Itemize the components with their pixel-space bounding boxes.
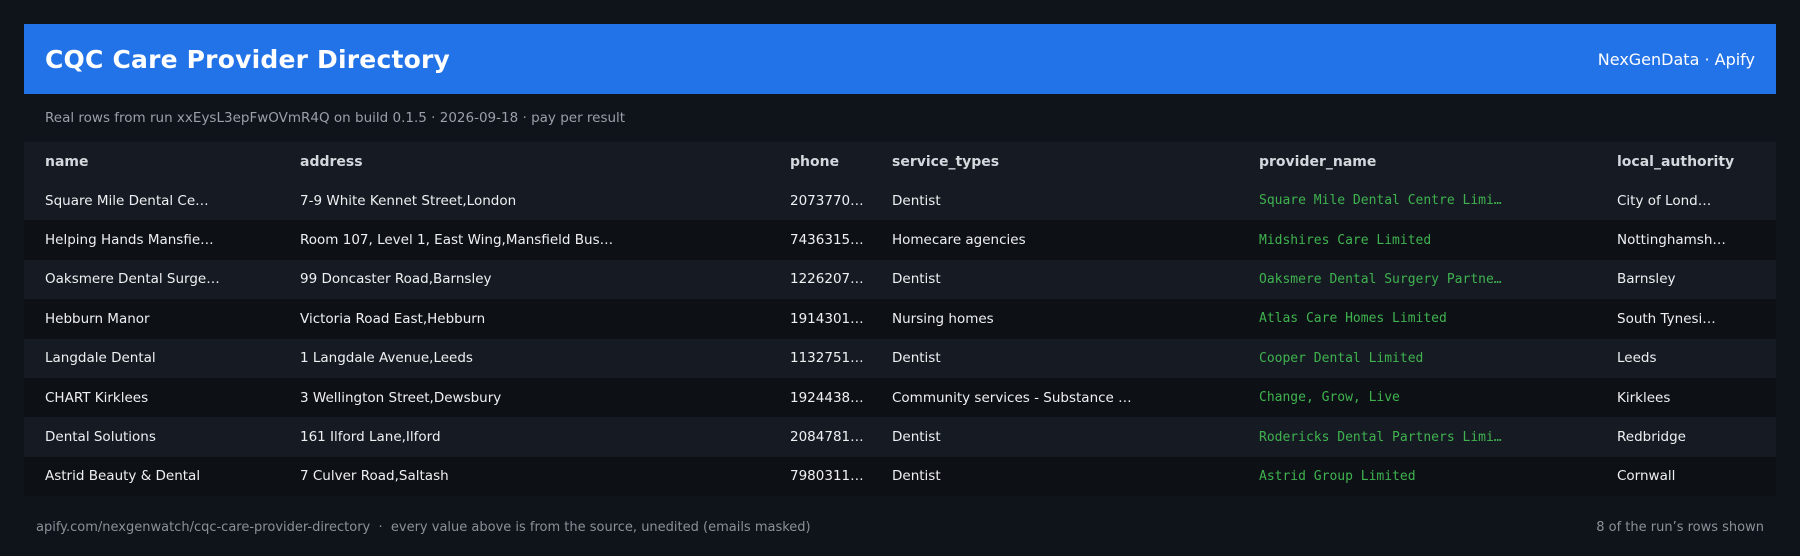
cell-provider-name: Cooper Dental Limited (1259, 350, 1424, 366)
cell-service-types: Dentist (892, 429, 941, 446)
cell-name: Dental Solutions (45, 429, 156, 446)
page-title: CQC Care Provider Directory (45, 44, 451, 74)
cell-provider-name: Atlas Care Homes Limited (1259, 311, 1447, 327)
table-row: Helping Hands Mansfie… Room 107, Level 1… (24, 220, 1776, 260)
cell-address: 7-9 White Kennet Street,London (300, 192, 517, 209)
cell-address: Victoria Road East,Hebburn (300, 310, 486, 327)
cell-provider-name: Midshires Care Limited (1259, 232, 1432, 248)
column-header-local-authority[interactable]: local_authority (1596, 142, 1776, 181)
cell-phone: 1132751… (790, 350, 864, 367)
cell-name: CHART Kirklees (45, 389, 149, 406)
cell-service-types: Homecare agencies (892, 232, 1026, 249)
footer-row-count: 8 of the run’s rows shown (1596, 520, 1764, 535)
cell-phone: 1226207… (790, 271, 864, 288)
cell-local-authority: Leeds (1617, 350, 1657, 367)
cell-name: Oaksmere Dental Surge… (45, 271, 220, 288)
cell-address: Room 107, Level 1, East Wing,Mansfield B… (300, 232, 614, 249)
cell-phone: 2073770… (790, 192, 864, 209)
cell-service-types: Dentist (892, 192, 941, 209)
results-table: name address phone service_types provide… (24, 142, 1776, 497)
column-header-provider-name[interactable]: provider_name (1238, 142, 1596, 181)
cell-provider-name: Square Mile Dental Centre Limi… (1259, 193, 1502, 209)
cell-provider-name: Oaksmere Dental Surgery Partne… (1259, 271, 1502, 287)
column-header-service-types[interactable]: service_types (871, 142, 1238, 181)
cell-phone: 1914301… (790, 310, 864, 327)
table-row: Langdale Dental 1 Langdale Avenue,Leeds … (24, 338, 1776, 378)
table-row: Dental Solutions 161 Ilford Lane,Ilford … (24, 417, 1776, 457)
cell-service-types: Dentist (892, 468, 941, 485)
cell-local-authority: Nottinghamsh… (1617, 232, 1726, 249)
cell-phone: 7980311… (790, 468, 864, 485)
cell-name: Hebburn Manor (45, 310, 150, 327)
cell-name: Square Mile Dental Ce… (45, 192, 209, 209)
cell-name: Astrid Beauty & Dental (45, 468, 201, 485)
footer-source-note: apify.com/nexgenwatch/cqc-care-provider-… (36, 520, 811, 535)
directory-panel: CQC Care Provider Directory NexGenData ·… (24, 24, 1776, 497)
cell-service-types: Nursing homes (892, 310, 994, 327)
run-subtitle: Real rows from run xxEysL3epFwOVmR4Q on … (45, 110, 626, 126)
cell-address: 1 Langdale Avenue,Leeds (300, 350, 473, 367)
cell-address: 3 Wellington Street,Dewsbury (300, 389, 502, 406)
cell-service-types: Dentist (892, 271, 941, 288)
cell-service-types: Dentist (892, 350, 941, 367)
cell-phone: 2084781… (790, 429, 864, 446)
table-row: CHART Kirklees 3 Wellington Street,Dewsb… (24, 377, 1776, 418)
table-row: Astrid Beauty & Dental 7 Culver Road,Sal… (24, 456, 1776, 497)
table-header-row: name address phone service_types provide… (24, 142, 1776, 181)
cell-name: Helping Hands Mansfie… (45, 232, 214, 249)
table-row: Square Mile Dental Ce… 7-9 White Kennet … (24, 181, 1776, 221)
cell-address: 161 Ilford Lane,Ilford (300, 429, 441, 446)
cell-provider-name: Rodericks Dental Partners Limi… (1259, 429, 1502, 445)
table-row: Oaksmere Dental Surge… 99 Doncaster Road… (24, 259, 1776, 300)
cell-local-authority: Cornwall (1617, 468, 1676, 485)
header-bar: CQC Care Provider Directory NexGenData ·… (24, 24, 1776, 94)
cell-local-authority: South Tynesi… (1617, 310, 1716, 327)
cell-address: 99 Doncaster Road,Barnsley (300, 271, 492, 288)
cell-local-authority: Redbridge (1617, 429, 1686, 446)
cell-name: Langdale Dental (45, 350, 156, 367)
cell-local-authority: Barnsley (1617, 271, 1676, 288)
column-header-address[interactable]: address (279, 142, 769, 181)
cell-address: 7 Culver Road,Saltash (300, 468, 449, 485)
cell-phone: 1924438… (790, 389, 864, 406)
column-header-phone[interactable]: phone (769, 142, 871, 181)
cell-phone: 7436315… (790, 232, 864, 249)
cell-local-authority: City of Lond… (1617, 192, 1712, 209)
brand-label: NexGenData · Apify (1597, 49, 1755, 69)
cell-local-authority: Kirklees (1617, 389, 1671, 406)
cell-provider-name: Change, Grow, Live (1259, 390, 1400, 406)
cell-service-types: Community services - Substance … (892, 389, 1132, 406)
table-row: Hebburn Manor Victoria Road East,Hebburn… (24, 299, 1776, 339)
column-header-name[interactable]: name (24, 142, 279, 181)
cell-provider-name: Astrid Group Limited (1259, 468, 1416, 484)
footer: apify.com/nexgenwatch/cqc-care-provider-… (36, 520, 1764, 535)
